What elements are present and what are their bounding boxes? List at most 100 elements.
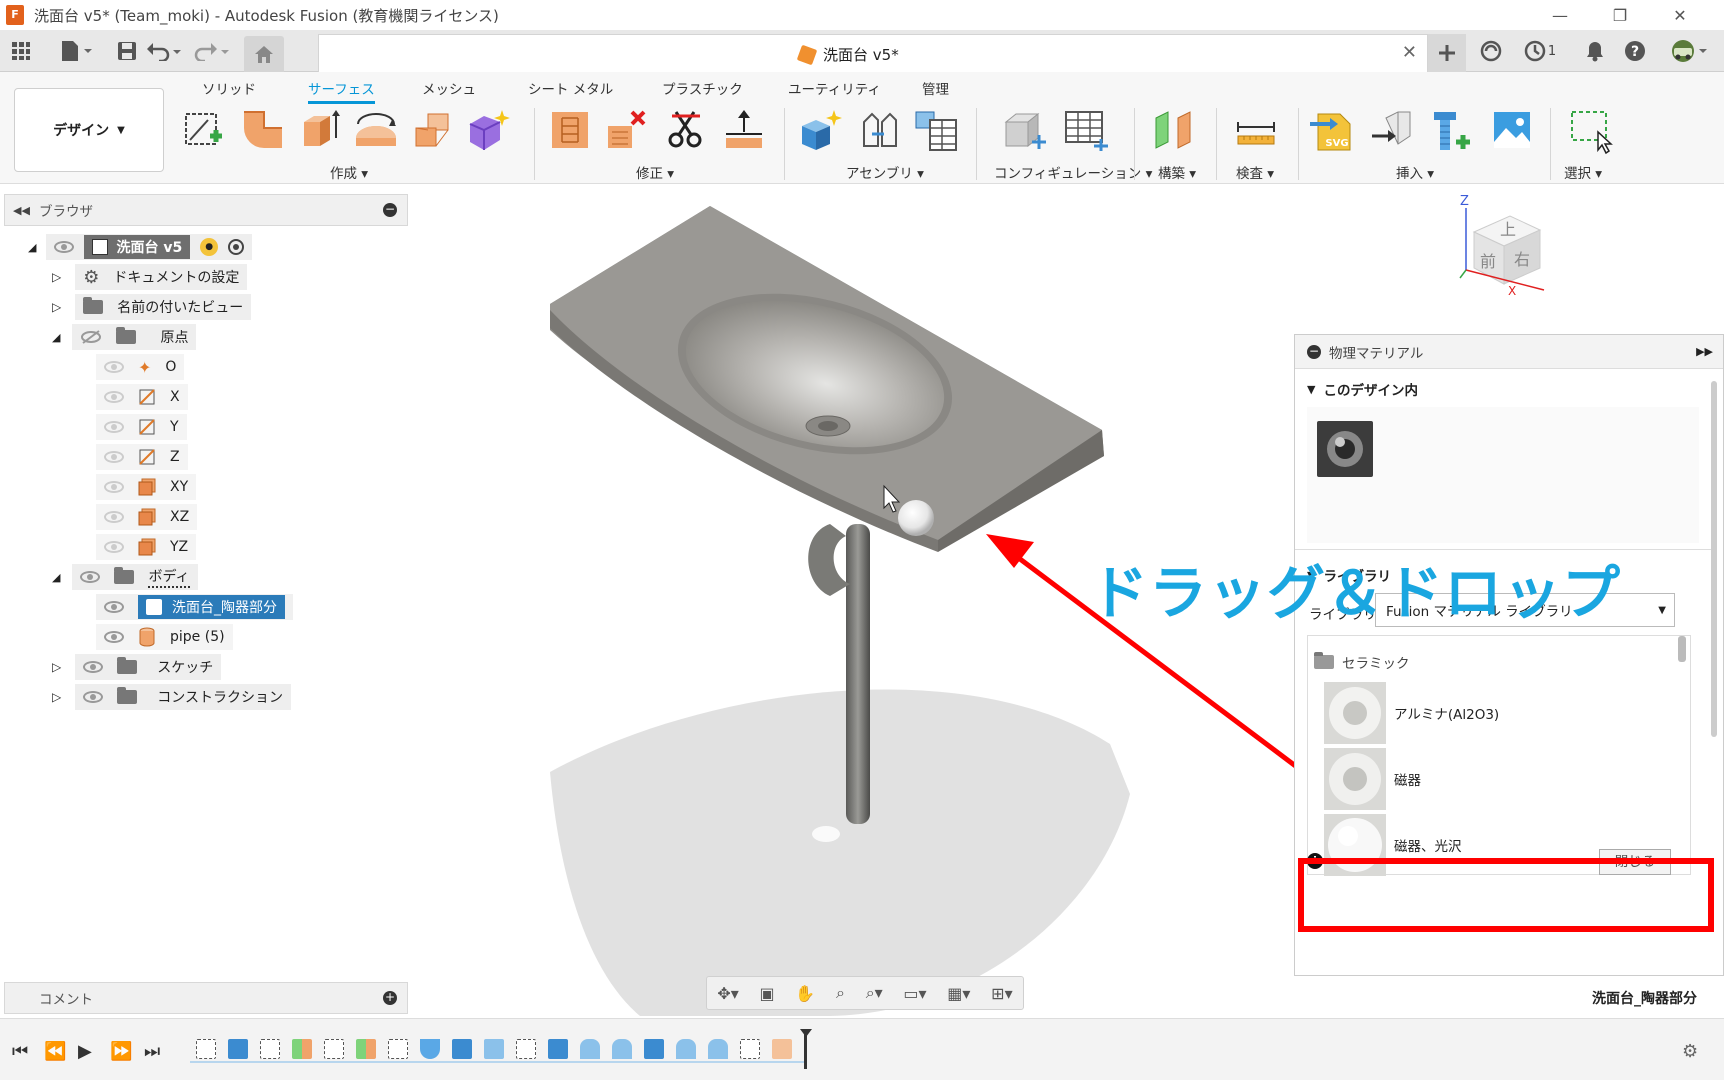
orbit-icon[interactable]: ✥▾ bbox=[717, 984, 738, 1003]
timeline-fillet-icon[interactable] bbox=[708, 1039, 728, 1059]
tree-item-construction[interactable]: ▷ コンストラクション bbox=[52, 684, 291, 710]
data-panel-icon[interactable] bbox=[1476, 37, 1506, 65]
expand-triangle-icon[interactable]: ◢ bbox=[28, 241, 36, 254]
go-to-end-icon[interactable]: ⏭ bbox=[144, 1041, 160, 1062]
tree-item-origin-o[interactable]: ✦ O bbox=[96, 354, 185, 380]
visibility-eye-icon[interactable] bbox=[104, 631, 124, 643]
file-menu-icon[interactable] bbox=[56, 37, 96, 65]
tree-item-bodies[interactable]: ◢ ボディ bbox=[52, 564, 198, 590]
tree-item-origin[interactable]: ◢ 原点 bbox=[52, 324, 197, 350]
group-modify[interactable]: 修正 ▾ bbox=[636, 162, 674, 182]
tree-root[interactable]: ◢ 洗面台 v5 ● bbox=[28, 234, 253, 260]
timeline-shell-icon[interactable] bbox=[484, 1039, 504, 1059]
visibility-eye-icon[interactable] bbox=[54, 241, 75, 253]
visibility-eye-icon[interactable] bbox=[83, 661, 104, 673]
material-item-porcelain[interactable]: 磁器 bbox=[1324, 748, 1421, 810]
maximize-icon[interactable]: ❐ bbox=[1590, 0, 1650, 30]
document-tab[interactable]: 洗面台 v5* ✕ bbox=[318, 34, 1428, 72]
tree-item-sketches[interactable]: ▷ スケッチ bbox=[52, 654, 222, 680]
tab-utility[interactable]: ユーティリティ bbox=[788, 78, 881, 98]
minimize-icon[interactable]: — bbox=[1530, 0, 1590, 30]
timeline-sketch-icon[interactable] bbox=[388, 1039, 408, 1059]
create-sketch-icon[interactable] bbox=[182, 108, 226, 152]
visibility-eye-icon[interactable] bbox=[104, 361, 124, 373]
group-construct[interactable]: 構築 ▾ bbox=[1158, 162, 1196, 182]
tab-mesh[interactable]: メッシュ bbox=[422, 78, 476, 98]
configuration-table-icon[interactable] bbox=[1062, 108, 1108, 152]
viewcube-front[interactable]: 前 bbox=[1480, 248, 1496, 272]
delete-icon[interactable] bbox=[604, 108, 648, 152]
browser-header[interactable]: ◀◀ ブラウザ − bbox=[4, 194, 408, 226]
job-status-icon[interactable]: 1 bbox=[1518, 37, 1562, 65]
timeline-sketch-icon[interactable] bbox=[196, 1039, 216, 1059]
measure-icon[interactable] bbox=[1234, 108, 1278, 152]
extrude-surface-icon[interactable] bbox=[240, 108, 284, 152]
visibility-eye-icon[interactable] bbox=[104, 601, 124, 613]
home-icon[interactable] bbox=[244, 36, 284, 72]
comment-panel[interactable]: コメント + bbox=[4, 982, 408, 1014]
minimize-panel-icon[interactable]: − bbox=[1307, 344, 1321, 359]
insert-svg-icon[interactable]: SVG bbox=[1310, 108, 1354, 152]
timeline-combine-icon[interactable] bbox=[452, 1039, 472, 1059]
timeline-marker-head[interactable] bbox=[800, 1029, 812, 1037]
expand-triangle-icon[interactable]: ▷ bbox=[52, 270, 61, 284]
timeline-settings-icon[interactable]: ⚙ bbox=[1682, 1041, 1698, 1062]
close-tab-icon[interactable]: ✕ bbox=[1402, 42, 1417, 63]
tab-plastic[interactable]: プラスチック bbox=[662, 78, 743, 98]
revolve-icon[interactable] bbox=[352, 108, 396, 152]
timeline-sketch-icon[interactable] bbox=[740, 1039, 760, 1059]
insert-mesh-icon[interactable] bbox=[1370, 108, 1414, 152]
visibility-eye-icon[interactable] bbox=[83, 691, 104, 703]
loft-icon[interactable] bbox=[410, 108, 454, 152]
trim-icon[interactable] bbox=[664, 108, 708, 152]
tree-item-origin-z[interactable]: Z bbox=[96, 444, 188, 470]
viewports-icon[interactable]: ⊞▾ bbox=[991, 984, 1012, 1003]
tree-item-body-sink[interactable]: 洗面台_陶器部分 bbox=[96, 594, 293, 620]
tree-item-doc-settings[interactable]: ▷ ⚙ ドキュメントの設定 bbox=[52, 264, 248, 290]
tab-surface[interactable]: サーフェス bbox=[308, 78, 375, 104]
visibility-eye-icon[interactable] bbox=[104, 451, 124, 463]
timeline-component-icon[interactable] bbox=[772, 1039, 792, 1059]
zoom-icon[interactable]: ⌕ bbox=[836, 983, 845, 1003]
tree-item-origin-yz[interactable]: YZ bbox=[96, 534, 197, 560]
collapse-panel-icon[interactable]: ◀◀ bbox=[13, 204, 30, 217]
step-forward-icon[interactable]: ⏩ bbox=[110, 1041, 132, 1062]
viewcube-right[interactable]: 右 bbox=[1514, 246, 1530, 270]
select-icon[interactable] bbox=[1568, 108, 1613, 155]
tab-manage[interactable]: 管理 bbox=[922, 78, 949, 98]
timeline-combine-icon[interactable] bbox=[644, 1039, 664, 1059]
panel-scrollbar[interactable] bbox=[1711, 381, 1717, 737]
grid-icon[interactable]: ▦▾ bbox=[947, 984, 970, 1003]
look-at-icon[interactable]: ▣ bbox=[760, 984, 775, 1003]
tree-item-origin-xz[interactable]: XZ bbox=[96, 504, 198, 530]
bom-table-icon[interactable] bbox=[914, 108, 958, 152]
go-to-start-icon[interactable]: ⏮ bbox=[12, 1041, 28, 1062]
user-avatar-icon[interactable] bbox=[1664, 37, 1710, 65]
new-tab-icon[interactable] bbox=[1428, 34, 1466, 72]
visibility-eye-icon[interactable] bbox=[104, 391, 124, 403]
insert-canvas-icon[interactable] bbox=[1490, 108, 1534, 152]
offset-surface-icon[interactable] bbox=[722, 108, 766, 152]
step-back-icon[interactable]: ⏪ bbox=[44, 1041, 66, 1062]
material-swatch-in-design[interactable] bbox=[1317, 421, 1373, 477]
visibility-eye-icon[interactable] bbox=[80, 571, 101, 583]
insert-mcmaster-icon[interactable] bbox=[1428, 108, 1472, 152]
timeline-plane-icon[interactable] bbox=[356, 1039, 376, 1059]
timeline-sketch-icon[interactable] bbox=[260, 1039, 280, 1059]
material-list-scrollbar[interactable] bbox=[1678, 636, 1686, 662]
expand-triangle-icon[interactable]: ▷ bbox=[52, 660, 61, 674]
viewcube-top[interactable]: 上 bbox=[1500, 216, 1516, 240]
help-icon[interactable]: ? bbox=[1620, 37, 1650, 65]
visibility-eye-icon[interactable] bbox=[104, 541, 124, 553]
timeline-fillet-icon[interactable] bbox=[676, 1039, 696, 1059]
category-ceramic[interactable]: セラミック bbox=[1314, 652, 1410, 672]
activate-radio-icon[interactable] bbox=[228, 239, 245, 255]
timeline-sketch-icon[interactable] bbox=[516, 1039, 536, 1059]
tab-sheet-metal[interactable]: シート メタル bbox=[528, 78, 613, 98]
tree-item-named-views[interactable]: ▷ 名前の付いたビュー bbox=[52, 294, 252, 320]
fit-icon[interactable]: ⌕▾ bbox=[866, 983, 883, 1003]
timeline-sketch-icon[interactable] bbox=[324, 1039, 344, 1059]
timeline-revolve-icon[interactable] bbox=[420, 1039, 440, 1059]
undo-icon[interactable] bbox=[144, 37, 184, 65]
display-settings-icon[interactable]: ▭▾ bbox=[903, 984, 926, 1003]
